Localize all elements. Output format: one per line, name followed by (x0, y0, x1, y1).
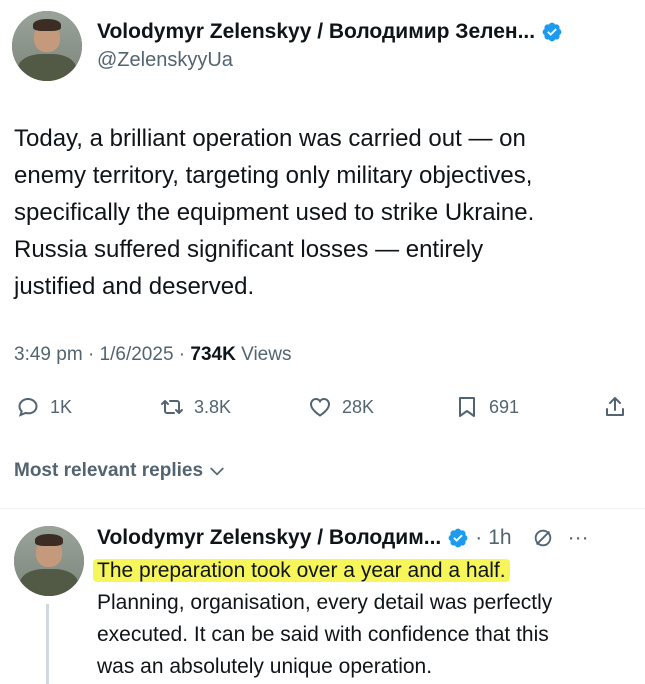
author-name-text[interactable]: Volodymyr Zelenskyy / Володимир Зелен... (97, 20, 535, 43)
tweet-text-line: specifically the equipment used to strik… (14, 199, 535, 226)
reply-text-line: executed. It can be said with confidence… (97, 623, 549, 646)
reply-author-name[interactable]: Volodymyr Zelenskyy / Володим... (97, 526, 441, 550)
tweet-text-line: enemy territory, targeting only military… (14, 162, 533, 189)
repost-icon (161, 400, 183, 414)
share-button[interactable] (603, 395, 627, 419)
tweet-meta: 3:49 pm · 1/6/2025 · 734K Views (14, 344, 291, 366)
like-button[interactable]: 28K (308, 395, 374, 419)
tweet-date[interactable]: 1/6/2025 (100, 344, 174, 365)
views-label: Views (241, 344, 292, 365)
like-icon (309, 397, 331, 417)
tweet-text: Today, a brilliant operation was carried… (14, 120, 634, 305)
reply-highlighted-line: The preparation took over a year and a h… (93, 555, 638, 587)
section-divider (0, 508, 645, 509)
reply-count: 1K (50, 396, 73, 417)
tweet-text-line: Today, a brilliant operation was carried… (14, 125, 526, 152)
author-name[interactable]: Volodymyr Zelenskyy / Володимир Зелен... (97, 20, 563, 44)
author-handle[interactable]: @ZelenskyyUa (97, 49, 233, 72)
grok-icon[interactable] (532, 527, 554, 549)
repost-count: 3.8K (194, 396, 232, 417)
replies-sort-toggle[interactable]: Most relevant replies (14, 460, 227, 482)
reply-text: The preparation took over a year and a h… (93, 555, 638, 683)
replies-sort-label: Most relevant replies (14, 460, 204, 481)
meta-separator: · (475, 526, 483, 549)
reply-age[interactable]: 1h (488, 526, 511, 550)
tweet-text-line: Russia suffered significant losses — ent… (14, 236, 484, 263)
tweet-text-line: justified and deserved. (14, 273, 255, 300)
reply-header: Volodymyr Zelenskyy / Володим... · 1h ··… (97, 526, 589, 550)
bookmark-icon (459, 397, 475, 417)
meta-separator: · (87, 344, 100, 365)
verified-badge-icon (447, 527, 469, 549)
thread-line (46, 604, 49, 684)
reply-icon (18, 397, 38, 417)
repost-button[interactable]: 3.8K (160, 395, 231, 419)
more-icon[interactable]: ··· (568, 526, 589, 550)
author-avatar[interactable] (12, 11, 82, 81)
views-count: 734K (190, 344, 236, 365)
share-icon (606, 397, 624, 416)
tweet-time[interactable]: 3:49 pm (14, 344, 83, 365)
bookmark-count: 691 (489, 396, 520, 417)
like-count: 28K (342, 396, 375, 417)
reply-text-line: Planning, organisation, every detail was… (97, 591, 553, 614)
highlighted-text: The preparation took over a year and a h… (93, 559, 510, 582)
verified-badge-icon (541, 21, 563, 43)
meta-separator: · (178, 344, 191, 365)
bookmark-button[interactable]: 691 (455, 395, 519, 419)
reply-text-line: was an absolutely unique operation. (97, 655, 433, 678)
reply-button[interactable]: 1K (16, 395, 72, 419)
chevron-down-icon (210, 467, 224, 476)
reply-author-avatar[interactable] (14, 526, 84, 596)
